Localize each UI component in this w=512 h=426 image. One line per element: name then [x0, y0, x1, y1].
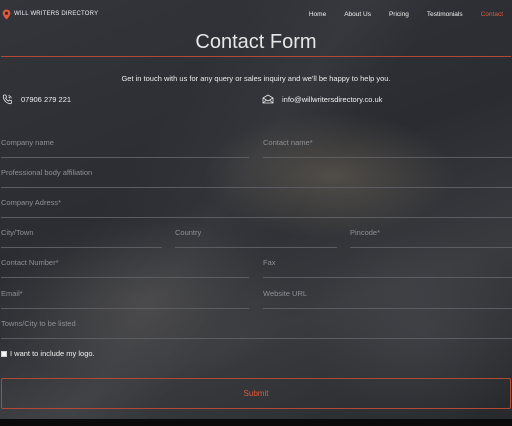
country-field [175, 228, 337, 248]
title-divider [1, 56, 511, 57]
phone-icon [2, 94, 12, 105]
fax-field [263, 258, 512, 278]
nav-item-about-us[interactable]: About Us [344, 11, 371, 18]
towns-listed-field [1, 319, 512, 339]
intro-text: Get in touch with us for any query or sa… [121, 74, 391, 83]
envelope-icon [262, 94, 274, 104]
email-contact[interactable]: info@willwritersdirectory.co.uk [262, 94, 382, 104]
pincode-field [350, 228, 512, 248]
company-address-input[interactable] [1, 198, 512, 207]
phone-contact[interactable]: 07906 279 221 [2, 94, 71, 105]
towns-listed-input[interactable] [1, 319, 512, 328]
phone-number: 07906 279 221 [21, 95, 72, 104]
contact-name-input[interactable] [263, 138, 512, 147]
contact-name-field [263, 138, 512, 158]
pincode-input[interactable] [350, 228, 512, 237]
page-title: Contact Form [195, 31, 317, 53]
company-name-input[interactable] [1, 138, 249, 147]
footer-strip [0, 419, 512, 426]
nav-item-home[interactable]: Home [309, 11, 326, 18]
contact-number-field [1, 258, 249, 278]
contact-page: WILL WRITERS DIRECTORY Home About Us Pri… [0, 0, 512, 426]
country-input[interactable] [175, 228, 337, 237]
website-input[interactable] [263, 289, 512, 298]
email-input[interactable] [1, 289, 249, 298]
nav-item-contact[interactable]: Contact [481, 11, 503, 18]
top-nav: WILL WRITERS DIRECTORY Home About Us Pri… [0, 0, 512, 28]
nav-menu: Home About Us Pricing Testimonials Conta… [291, 11, 503, 18]
website-field [263, 289, 512, 309]
brand-name: WILL WRITERS DIRECTORY [14, 11, 99, 17]
nav-item-pricing[interactable]: Pricing [389, 11, 409, 18]
map-pin-icon [2, 9, 11, 20]
body-affiliation-input[interactable] [1, 168, 512, 177]
contact-number-input[interactable] [1, 258, 249, 267]
email-field [1, 289, 249, 309]
city-field [1, 228, 162, 248]
submit-button[interactable]: Submit [1, 378, 511, 409]
email-address: info@willwritersdirectory.co.uk [282, 94, 383, 104]
nav-item-testimonials[interactable]: Testimonials [427, 11, 463, 18]
city-input[interactable] [1, 228, 162, 237]
brand-logo[interactable]: WILL WRITERS DIRECTORY [2, 9, 98, 20]
fax-input[interactable] [263, 258, 512, 267]
company-address-field [1, 198, 512, 218]
logo-checkbox-label: I want to include my logo. [10, 349, 95, 358]
logo-checkbox-row: I want to include my logo. [1, 349, 95, 358]
body-affiliation-field [1, 168, 512, 188]
logo-checkbox[interactable] [1, 350, 7, 357]
company-name-field [1, 138, 249, 158]
